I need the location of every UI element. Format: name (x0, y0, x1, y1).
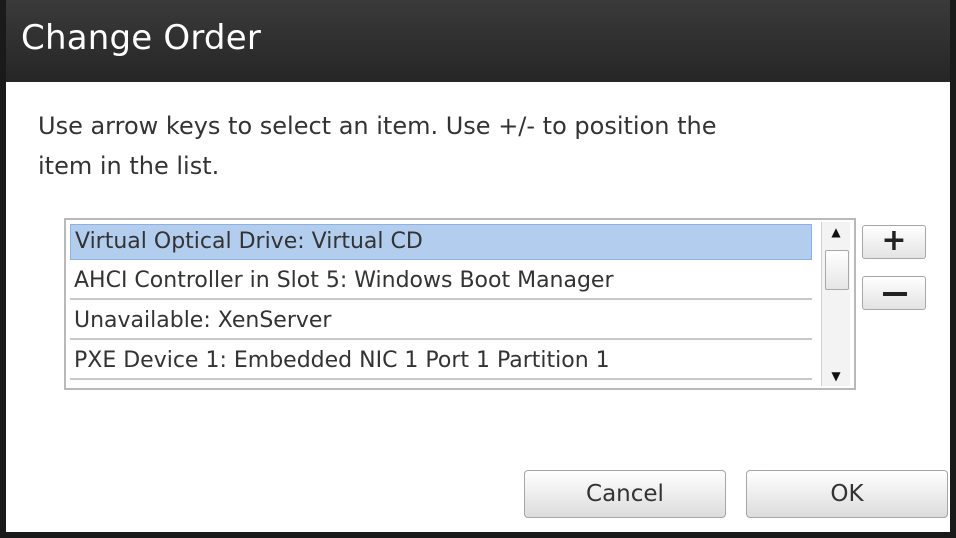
instructions-text: Use arrow keys to select an item. Use +/… (38, 112, 717, 180)
ok-button[interactable]: OK (746, 470, 948, 518)
scroll-down-icon[interactable]: ▼ (826, 366, 846, 386)
list-item[interactable]: Unavailable: XenServer (70, 304, 812, 340)
move-down-minus-button[interactable] (862, 276, 926, 310)
list-item[interactable]: Virtual Optical Drive: Virtual CD (70, 224, 812, 260)
change-order-dialog: Change Order Use arrow keys to select an… (0, 0, 956, 538)
list-scrollbar[interactable]: ▲ ▼ (821, 222, 850, 386)
scroll-up-icon[interactable]: ▲ (826, 222, 846, 242)
minus-icon (883, 292, 907, 296)
dialog-title: Change Order (21, 18, 262, 58)
cancel-button[interactable]: Cancel (524, 470, 726, 518)
boot-order-listbox[interactable]: Virtual Optical Drive: Virtual CD AHCI C… (64, 218, 856, 390)
list-item[interactable]: AHCI Controller in Slot 5: Windows Boot … (70, 264, 812, 300)
scroll-thumb[interactable] (825, 250, 849, 290)
move-up-plus-button[interactable]: + (862, 225, 926, 259)
list-item[interactable]: PXE Device 1: Embedded NIC 1 Port 1 Part… (70, 344, 812, 380)
title-bar: Change Order (6, 0, 950, 82)
boot-order-list: Virtual Optical Drive: Virtual CD AHCI C… (70, 224, 812, 384)
